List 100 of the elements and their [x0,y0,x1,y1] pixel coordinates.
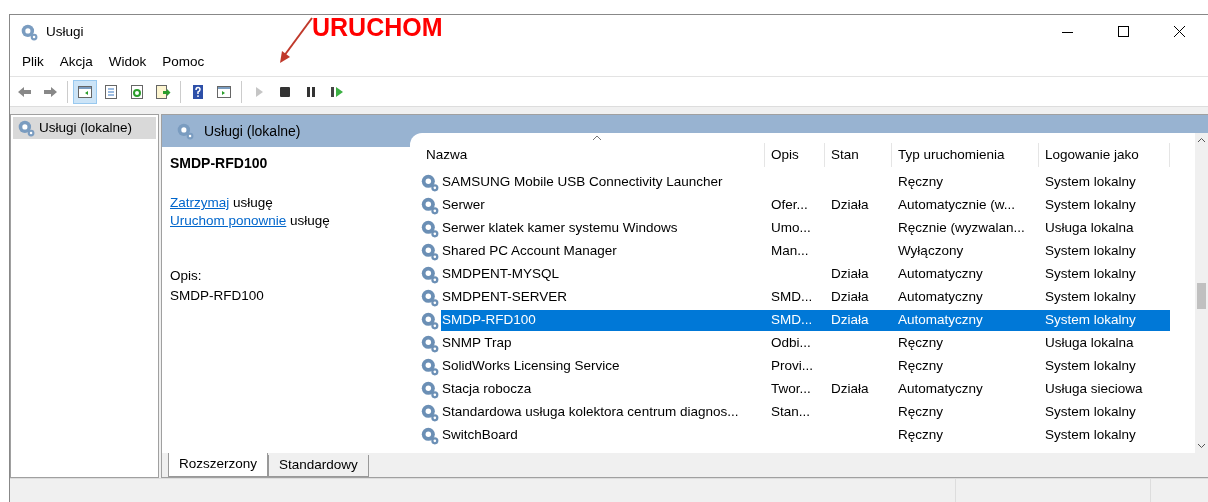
gear-icon [420,173,439,192]
tree-item[interactable]: Usługi (lokalne) [13,117,156,140]
panel-icon [77,83,93,100]
table-cell-text: SolidWorks Licensing Service [441,357,621,376]
table-cell-text: Usługa lokalna [1044,219,1135,238]
table-cell-text: Ręczny [897,403,944,422]
table-cell-text: Odbi... [770,334,812,353]
properties-icon [103,83,119,100]
gear-icon [20,23,38,41]
gear-icon [420,311,439,330]
table-row[interactable]: SolidWorks Licensing Service Provi... Ręczny System lokalny [420,355,1195,378]
description-text: SMDP-RFD100 [170,287,265,306]
table-cell-text: Serwer [441,196,486,215]
close-icon [1174,26,1186,38]
table-cell-text: System lokalny [1044,196,1137,215]
table-cell-text: Działa [830,288,870,307]
gear-icon [420,380,439,399]
menu-item[interactable]: Pomoc [154,52,213,73]
table-cell-text: System lokalny [1044,173,1137,192]
table-cell-text: System lokalny [1044,265,1137,284]
help-icon [190,83,206,100]
table-cell-text: Umo... [770,219,812,238]
menu-item[interactable]: Akcja [51,52,101,73]
table-cell-text: Usługa lokalna [1044,334,1135,353]
maximize-icon [1118,26,1130,38]
table-cell-text: System lokalny [1044,357,1137,376]
scroll-thumb[interactable] [1197,283,1206,309]
table-cell-text: SMD... [770,288,814,307]
menu-item[interactable]: Plik [14,52,52,73]
gear-icon [420,196,439,215]
table-cell: Działa [825,310,892,331]
toolbar-button[interactable] [73,79,97,104]
table-row[interactable]: SNMP Trap Odbi... Ręczny Usługa lokalna [420,332,1195,355]
view-tab[interactable]: Standardowy [268,455,369,477]
table-cell-text: Ręczny [897,334,944,353]
annotation-arrow [278,16,314,66]
gear-icon [420,288,439,307]
export-icon [155,83,171,100]
table-row[interactable]: SAMSUNG Mobile USB Connectivity Launcher Ręczny System lokalny [420,171,1195,194]
table-cell-text: Stan... [770,403,812,422]
gear-icon [176,122,194,140]
table-cell-text: System lokalny [1044,426,1137,445]
table-cell-text: Serwer klatek kamer systemu Windows [441,219,679,238]
pane-title: Usługi (lokalne) [204,121,301,141]
table-row[interactable]: Serwer Ofer... Działa Automatycznie (w... System lokalny [420,194,1195,217]
table-row[interactable]: Stacja robocza Twor... Działa Automatyczny Usługa sieciowa [420,378,1195,401]
table-cell-text: Automatyczny [897,265,984,284]
table-cell-text: System lokalny [1044,288,1137,307]
scroll-up-icon [1197,137,1206,143]
action-link[interactable]: Uruchom ponownie [170,213,287,228]
table-cell-text: Automatycznie (w... [897,196,1017,215]
gear-icon [17,119,35,138]
table-cell-text: Działa [830,265,870,284]
table-cell-text: Stacja robocza [441,380,533,399]
gear-icon [420,242,439,261]
gear-icon [420,265,439,284]
description-label: Opis: [170,267,203,285]
table-cell: SMDP-RFD100 [441,310,765,331]
table-row[interactable]: Serwer klatek kamer systemu Windows Umo... Ręcznie (wyzwalan... Usługa lokalna [420,217,1195,240]
table-cell-text: Ręczny [897,357,944,376]
table-cell-text: SMDPENT-MYSQL [441,265,561,284]
table-cell-text: Usługa sieciowa [1044,380,1144,399]
table-cell-text: System lokalny [1044,242,1137,261]
table-cell-text: Ofer... [770,196,809,215]
table-cell-text: Man... [770,242,810,261]
table-cell-text: System lokalny [1044,403,1137,422]
table-row[interactable]: SMDP-RFD100 SMD... Działa Automatyczny System lokalny [420,309,1195,332]
gear-icon [420,403,439,422]
gear-icon [420,334,439,353]
view-tab[interactable]: Rozszerzony [168,453,269,477]
scroll-down-icon [1197,443,1206,449]
column-header[interactable]: Nazwa [420,143,765,167]
action-link[interactable]: Zatrzymaj [170,195,230,210]
table-cell-text: Ręcznie (wyzwalan... [897,219,1026,238]
table-cell-text: Wyłączony [897,242,965,261]
gear-icon [420,357,439,376]
table-row[interactable]: Shared PC Account Manager Man... Wyłączony System lokalny [420,240,1195,263]
table-row[interactable]: SMDPENT-SERVER SMD... Działa Automatyczny System lokalny [420,286,1195,309]
gear-icon [420,219,439,238]
window-title: Usługi [46,22,84,41]
table-cell-text: Automatyczny [897,380,984,399]
table-cell-text: Działa [830,196,870,215]
table-row[interactable]: SMDPENT-MYSQL Działa Automatyczny System lokalny [420,263,1195,286]
table-cell-text: SAMSUNG Mobile USB Connectivity Launcher [441,173,724,192]
table-row[interactable]: Standardowa usługa kolektora centrum diagnos... Stan... Ręczny System lokalny [420,401,1195,424]
column-header[interactable]: Opis [765,143,825,167]
column-header[interactable]: Typ uruchomienia [892,143,1039,167]
scrollbar[interactable] [1195,133,1208,453]
panel-icon [216,83,232,100]
table-cell-text: SMDPENT-SERVER [441,288,569,307]
refresh-icon [129,83,145,100]
column-header[interactable]: Stan [825,143,892,167]
table-row[interactable]: SwitchBoard Ręczny System lokalny [420,424,1195,447]
table-cell-text: Automatyczny [897,288,984,307]
gear-icon [420,426,439,445]
table-cell-text: SNMP Trap [441,334,513,353]
menu-item[interactable]: Widok [100,52,155,73]
service-name: SMDP-RFD100 [170,154,269,173]
table-cell: SMD... [765,310,825,331]
column-header[interactable]: Logowanie jako [1039,143,1170,167]
